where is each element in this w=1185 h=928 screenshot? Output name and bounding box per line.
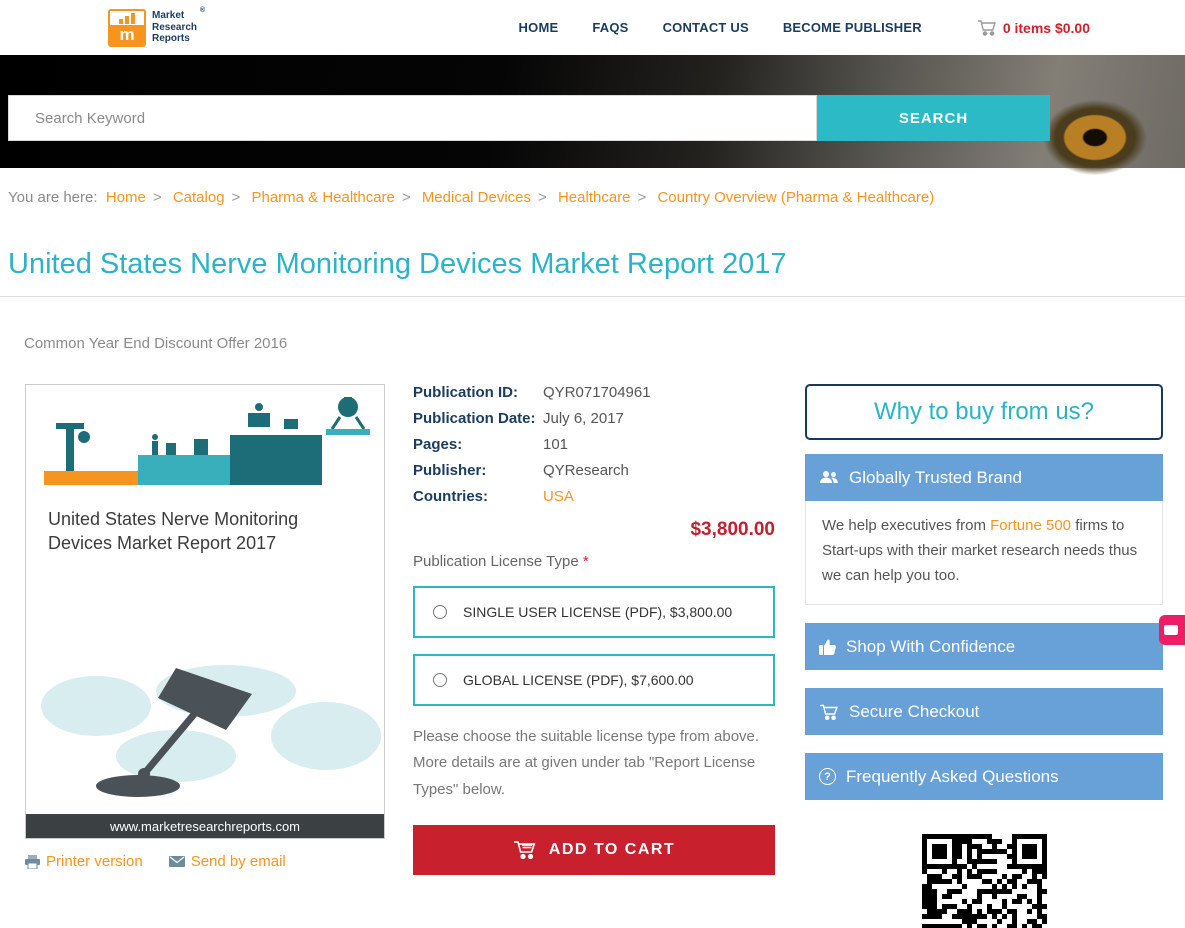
license-note: Please choose the suitable license type … bbox=[413, 728, 760, 798]
nav-faqs[interactable]: FAQS bbox=[592, 20, 628, 35]
license-type-label: Publication License Type * bbox=[413, 553, 589, 570]
email-icon bbox=[168, 856, 185, 867]
pages-value: 101 bbox=[543, 436, 569, 453]
question-icon: ? bbox=[819, 768, 836, 786]
publication-id-value: QYR071704961 bbox=[543, 384, 651, 401]
nav-become-publisher[interactable]: BECOME PUBLISHER bbox=[783, 20, 922, 35]
publication-date-value: July 6, 2017 bbox=[543, 410, 624, 427]
breadcrumb-separator: > bbox=[152, 189, 162, 206]
fortune-500-highlight: Fortune 500 bbox=[990, 517, 1072, 534]
cart-icon bbox=[820, 704, 838, 720]
qr-code-wrap bbox=[805, 834, 1163, 928]
hero-banner: SEARCH bbox=[0, 55, 1185, 187]
banner-label: Globally Trusted Brand bbox=[849, 467, 1022, 487]
banner-label: Shop With Confidence bbox=[846, 636, 1016, 656]
trusted-text: We help executives from Fortune 500 firm… bbox=[805, 501, 1163, 606]
required-asterisk: * bbox=[582, 553, 589, 570]
cart-icon bbox=[513, 841, 536, 860]
printer-version-link[interactable]: Printer version bbox=[25, 853, 143, 870]
main-nav: HOME FAQS CONTACT US BECOME PUBLISHER bbox=[519, 20, 922, 35]
search-button[interactable]: SEARCH bbox=[817, 95, 1050, 141]
banner-secure-checkout: Secure Checkout bbox=[805, 688, 1163, 736]
chat-bubble-icon bbox=[1164, 625, 1178, 635]
cover-illustration bbox=[26, 385, 384, 493]
breadcrumb-pharma-healthcare[interactable]: Pharma & Healthcare bbox=[251, 189, 394, 206]
product-cover-image: United States Nerve Monitoring Devices M… bbox=[25, 384, 385, 839]
product-details-column: Publication ID: QYR071704961 Publication… bbox=[413, 384, 775, 875]
license-option-single-user[interactable]: SINGLE USER LICENSE (PDF), $3,800.00 bbox=[413, 586, 775, 638]
banner-label: Secure Checkout bbox=[849, 701, 980, 721]
cart-label: 0 items $0.00 bbox=[1002, 19, 1090, 36]
banner-globally-trusted: Globally Trusted Brand bbox=[805, 454, 1163, 501]
top-bar: m ® Market Research Reports HOME FAQS CO… bbox=[0, 0, 1185, 55]
breadcrumb-separator: > bbox=[538, 189, 547, 206]
cart-icon bbox=[977, 20, 996, 36]
content-area: United States Nerve Monitoring Devices M… bbox=[0, 384, 1185, 928]
breadcrumb-home[interactable]: Home bbox=[106, 189, 146, 206]
logo-mark-icon: m bbox=[108, 8, 146, 47]
publisher-value: QYResearch bbox=[543, 462, 629, 479]
nav-home[interactable]: HOME bbox=[519, 20, 559, 35]
field-label: Pages: bbox=[413, 436, 463, 453]
breadcrumb-medical-devices[interactable]: Medical Devices bbox=[422, 189, 531, 206]
why-buy-heading: Why to buy from us? bbox=[805, 384, 1163, 440]
cover-footer-url: www.marketresearchreports.com bbox=[26, 814, 384, 838]
printer-icon bbox=[25, 854, 40, 869]
trusted-text-pre: We help executives from bbox=[822, 517, 991, 534]
breadcrumb-prefix: You are here: bbox=[8, 189, 98, 206]
users-icon bbox=[820, 471, 838, 483]
page-subtitle: Common Year End Discount Offer 2016 bbox=[24, 335, 288, 352]
breadcrumb-catalog[interactable]: Catalog bbox=[173, 189, 225, 206]
page-title: United States Nerve Monitoring Devices M… bbox=[8, 248, 787, 280]
breadcrumb-country-overview[interactable]: Country Overview (Pharma & Healthcare) bbox=[657, 189, 934, 206]
breadcrumb-separator: > bbox=[637, 189, 647, 206]
field-label: Publication ID: bbox=[413, 384, 518, 401]
global-license-label: GLOBAL LICENSE (PDF), $7,600.00 bbox=[463, 672, 694, 688]
add-to-cart-button[interactable]: ADD TO CART bbox=[413, 824, 775, 875]
why-buy-sidebar: Why to buy from us? Globally Trusted Bra… bbox=[805, 384, 1163, 928]
price: $3,800.00 bbox=[690, 519, 775, 540]
cover-map-lamp bbox=[26, 646, 384, 814]
product-links: Printer version Send by email bbox=[25, 853, 385, 870]
breadcrumb-separator: > bbox=[231, 189, 241, 206]
send-by-email-link[interactable]: Send by email bbox=[168, 853, 286, 870]
field-label: Publisher: bbox=[413, 462, 487, 479]
logo-text: ® Market Research Reports bbox=[152, 7, 206, 45]
product-image-column: United States Nerve Monitoring Devices M… bbox=[25, 384, 385, 870]
breadcrumb-separator: > bbox=[401, 189, 411, 206]
field-label: Publication Date: bbox=[413, 410, 536, 427]
header-cart[interactable]: 0 items $0.00 bbox=[977, 19, 1090, 36]
thumbs-up-icon bbox=[819, 639, 836, 655]
site-logo[interactable]: m ® Market Research Reports bbox=[108, 7, 206, 47]
search-input[interactable] bbox=[8, 95, 817, 141]
nav-contact-us[interactable]: CONTACT US bbox=[663, 20, 749, 35]
live-chat-tab[interactable] bbox=[1159, 615, 1185, 645]
title-divider bbox=[0, 296, 1185, 297]
banner-faq: ? Frequently Asked Questions bbox=[805, 753, 1163, 801]
qr-code bbox=[921, 834, 1047, 928]
cover-title: United States Nerve Monitoring Devices M… bbox=[48, 509, 299, 554]
send-by-email-label: Send by email bbox=[190, 853, 286, 870]
add-to-cart-label: ADD TO CART bbox=[548, 840, 676, 858]
single-user-label: SINGLE USER LICENSE (PDF), $3,800.00 bbox=[463, 604, 733, 620]
breadcrumb: You are here: Home > Catalog > Pharma & He… bbox=[8, 189, 1185, 206]
field-label: Countries: bbox=[413, 488, 488, 505]
license-option-global[interactable]: GLOBAL LICENSE (PDF), $7,600.00 bbox=[413, 654, 775, 706]
search-form: SEARCH bbox=[8, 95, 1050, 141]
countries-value[interactable]: USA bbox=[543, 488, 775, 505]
printer-version-label: Printer version bbox=[46, 853, 143, 870]
single-user-radio[interactable] bbox=[433, 605, 447, 619]
global-license-radio[interactable] bbox=[433, 673, 447, 687]
banner-shop-with-confidence: Shop With Confidence bbox=[805, 623, 1163, 671]
breadcrumb-healthcare[interactable]: Healthcare bbox=[558, 189, 631, 206]
publication-fields: Publication ID: QYR071704961 Publication… bbox=[413, 384, 775, 505]
banner-label: Frequently Asked Questions bbox=[846, 766, 1059, 786]
